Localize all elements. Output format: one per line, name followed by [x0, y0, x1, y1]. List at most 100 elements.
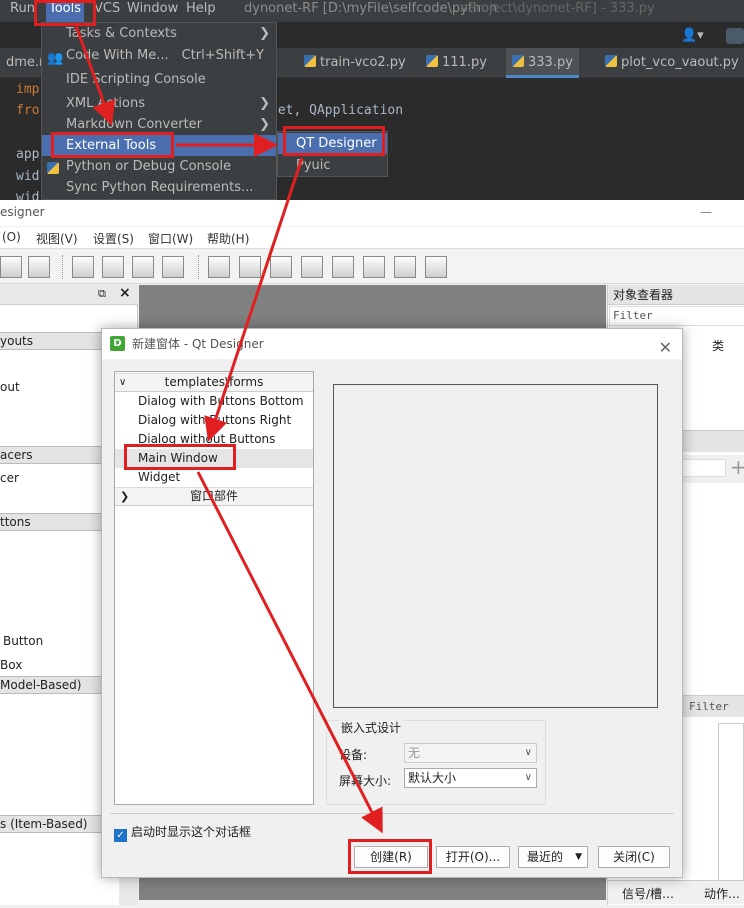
- code-line: imp: [16, 82, 40, 97]
- new-form-icon[interactable]: [0, 256, 22, 278]
- form-preview: [333, 384, 658, 708]
- recent-button[interactable]: 最近的 ▼: [518, 846, 588, 868]
- project-title-faded: nProject\dynonet-RF] - 333.py: [460, 1, 655, 16]
- menu-help[interactable]: Help: [186, 0, 216, 22]
- embedded-design-group: 嵌入式设计 设备: 无 ∨ 屏幕大小: 默认大小 ∨: [326, 719, 546, 805]
- layout-h-splitter-icon[interactable]: [270, 256, 292, 278]
- layout-grid-icon[interactable]: [332, 256, 354, 278]
- python-file-icon: [512, 55, 524, 67]
- template-dialog-buttons-right[interactable]: Dialog with Buttons Right: [115, 411, 313, 430]
- new-form-dialog: D 新建窗体 - Qt Designer ✕ ∨ templates\forms…: [101, 328, 683, 878]
- menu-item-label: Python or Debug Console: [66, 159, 232, 174]
- submenu-arrow-icon: ❯: [259, 96, 270, 111]
- menu-item-label: Markdown Converter: [66, 117, 203, 132]
- menu-item-shortcut: Ctrl+Shift+Y: [181, 48, 264, 63]
- minimize-icon[interactable]: —: [700, 200, 712, 224]
- widget-item[interactable]: Box: [0, 658, 22, 672]
- code-line: wid: [16, 169, 40, 184]
- float-icon[interactable]: ⧉: [98, 287, 106, 301]
- menu-item-python-debug-console[interactable]: Python or Debug Console: [42, 156, 276, 177]
- menu-settings[interactable]: 设置(S): [93, 230, 134, 247]
- tab-plot-vco-vaout[interactable]: plot_vco_vaout.py: [599, 48, 744, 78]
- tab-signals-slots[interactable]: 信号/槽…: [622, 885, 674, 902]
- menu-item-code-with-me[interactable]: 👥 Code With Me... Ctrl+Shift+Y: [42, 45, 276, 66]
- tree-group-templates-forms[interactable]: ∨ templates\forms: [115, 373, 313, 392]
- edit-tab-order-icon[interactable]: [162, 256, 184, 278]
- tab-train-vco2[interactable]: train-vco2.py: [298, 48, 412, 78]
- screen-size-select[interactable]: 默认大小 ∨: [404, 768, 537, 788]
- menu-item-label: IDE Scripting Console: [66, 72, 206, 87]
- menu-form[interactable]: (O): [2, 230, 21, 244]
- qt-title-bar: esigner —: [0, 200, 744, 226]
- code-line: fro: [16, 103, 40, 118]
- edit-buddies-icon[interactable]: [132, 256, 154, 278]
- menu-item-xml-actions[interactable]: XML Actions ❯: [42, 93, 276, 114]
- menu-item-tasks-contexts[interactable]: Tasks & Contexts ❯: [42, 23, 276, 44]
- menu-item-label: XML Actions: [66, 96, 145, 111]
- tree-group-widgets[interactable]: ❯ 窗口部件: [115, 487, 313, 506]
- scrollbar[interactable]: [119, 875, 138, 905]
- add-property-icon[interactable]: +: [730, 455, 744, 479]
- chevron-down-icon: ∨: [524, 772, 532, 783]
- tab-actions[interactable]: 动作…: [704, 885, 740, 902]
- device-select[interactable]: 无 ∨: [404, 743, 537, 763]
- tab-333[interactable]: 333.py: [506, 48, 579, 78]
- user-icon[interactable]: 👤▾: [681, 28, 704, 43]
- edit-widgets-icon[interactable]: [72, 256, 94, 278]
- menu-item-pyuic[interactable]: Pyuic: [278, 155, 387, 176]
- layout-vertical-icon[interactable]: [239, 256, 261, 278]
- break-layout-icon[interactable]: [394, 256, 416, 278]
- menu-item-label: Tasks & Contexts: [66, 26, 177, 41]
- screen-size-value: 默认大小: [408, 771, 457, 785]
- menu-window[interactable]: 窗口(W): [148, 230, 193, 247]
- layout-form-icon[interactable]: [363, 256, 385, 278]
- highlight-tools-menu: [34, 0, 96, 26]
- menu-item-ide-scripting-console[interactable]: IDE Scripting Console: [42, 69, 276, 90]
- checkbox-label: 启动时显示这个对话框: [131, 825, 252, 839]
- tools-dropdown-menu: Tasks & Contexts ❯ 👥 Code With Me... Ctrl+S…: [41, 22, 277, 200]
- widget-item[interactable]: Button: [3, 634, 43, 648]
- template-widget[interactable]: Widget: [115, 468, 313, 487]
- python-console-icon[interactable]: [726, 28, 744, 44]
- resource-filter-input[interactable]: Filter: [689, 700, 729, 713]
- open-button[interactable]: 打开(O)...: [436, 846, 510, 868]
- chevron-right-icon[interactable]: ❯: [120, 488, 129, 505]
- edit-signals-icon[interactable]: [102, 256, 124, 278]
- menu-view[interactable]: 视图(V): [36, 230, 78, 247]
- widget-item[interactable]: cer: [0, 471, 19, 485]
- screen-size-label: 屏幕大小:: [339, 774, 392, 788]
- tab-label: plot_vco_vaout.py: [621, 55, 739, 70]
- tab-111[interactable]: 111.py: [420, 48, 493, 78]
- code-line: wid: [16, 190, 40, 200]
- menu-vcs[interactable]: VCS: [94, 0, 120, 22]
- submenu-arrow-icon: ❯: [259, 138, 270, 153]
- menu-window[interactable]: Window: [127, 0, 178, 22]
- tab-label: 333.py: [528, 55, 573, 70]
- chevron-down-icon: ∨: [524, 747, 532, 758]
- code-with-me-icon: 👥: [47, 51, 64, 66]
- chevron-down-icon[interactable]: ∨: [119, 374, 126, 391]
- save-form-icon[interactable]: [28, 256, 50, 278]
- menu-help[interactable]: 帮助(H): [207, 230, 249, 247]
- tab-label: train-vco2.py: [320, 55, 406, 70]
- template-tree: ∨ templates\forms Dialog with Buttons Bo…: [114, 371, 314, 805]
- object-filter-input[interactable]: Filter: [609, 306, 744, 326]
- toolbar-separator: [198, 255, 200, 279]
- dropdown-arrow-icon: ▼: [575, 852, 582, 862]
- close-icon[interactable]: ×: [119, 285, 131, 301]
- close-button[interactable]: 关闭(C): [598, 846, 670, 868]
- adjust-size-icon[interactable]: [425, 256, 447, 278]
- ide-menubar: Run Tools VCS Window Help dynonet-RF [D:…: [0, 0, 744, 22]
- close-icon[interactable]: ✕: [659, 333, 672, 363]
- show-on-startup-checkbox[interactable]: ✓ 启动时显示这个对话框: [114, 823, 251, 842]
- submenu-arrow-icon: ❯: [259, 26, 270, 41]
- class-column-header: 类: [712, 339, 725, 353]
- layout-v-splitter-icon[interactable]: [301, 256, 323, 278]
- menu-run[interactable]: Run: [10, 0, 35, 22]
- layout-horizontal-icon[interactable]: [208, 256, 230, 278]
- template-dialog-buttons-bottom[interactable]: Dialog with Buttons Bottom: [115, 392, 313, 411]
- menu-item-sync-python-requirements[interactable]: Sync Python Requirements...: [42, 177, 276, 198]
- widget-item[interactable]: out: [0, 380, 20, 394]
- resource-list[interactable]: [718, 723, 744, 883]
- dialog-title-bar: D 新建窗体 - Qt Designer ✕: [102, 329, 682, 359]
